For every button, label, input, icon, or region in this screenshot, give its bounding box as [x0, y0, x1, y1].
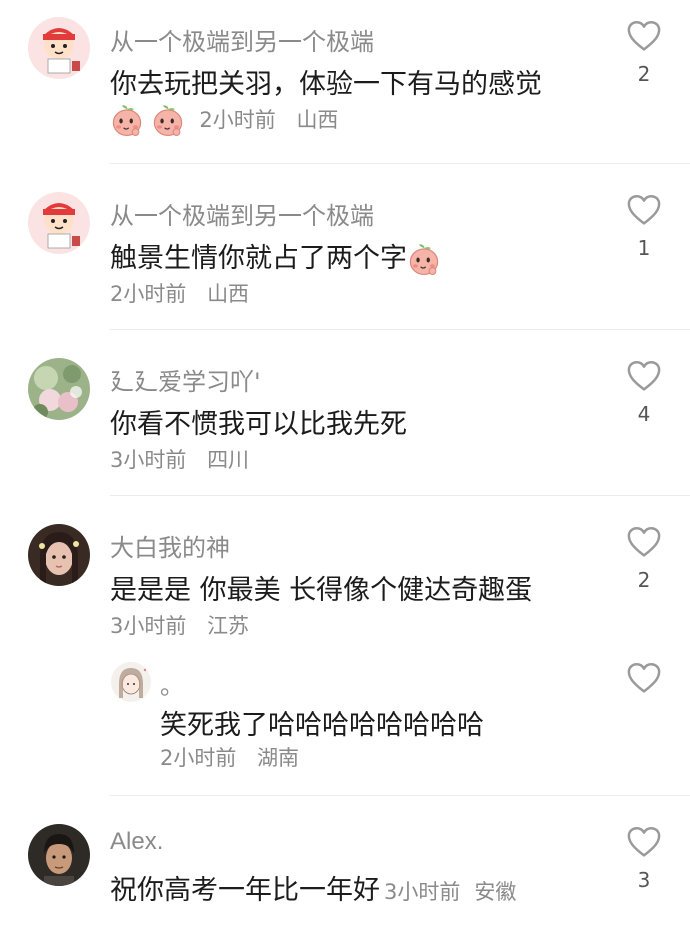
like-count: 4 — [637, 402, 651, 426]
comment-meta: 2小时前 山西 — [110, 278, 263, 308]
like-button[interactable] — [624, 662, 664, 694]
comment-time: 3小时前 — [384, 880, 461, 904]
divider — [110, 329, 690, 330]
reply-username[interactable]: 。 — [160, 666, 184, 701]
comment-location: 四川 — [207, 448, 250, 472]
comment-username[interactable]: 从一个极端到另一个极端 — [110, 196, 374, 231]
crayon-boy-avatar[interactable] — [28, 17, 90, 79]
comment-username[interactable]: 从一个极端到另一个极端 — [110, 22, 374, 57]
girl-photo-avatar[interactable] — [28, 524, 90, 586]
comment-text: 祝你高考一年比一年好 3小时前 安徽 — [110, 868, 530, 907]
comment-username[interactable]: 廴廴爱学习吖' — [110, 362, 261, 397]
comment-meta: 2小时前 山西 — [110, 104, 352, 138]
comment-time: 3小时前 — [110, 448, 187, 472]
comment-text: 是是是 你最美 长得像个健达奇趣蛋 — [110, 575, 533, 606]
reply-text: 笑死我了哈哈哈哈哈哈哈哈 — [160, 710, 484, 741]
crayon-boy-avatar[interactable] — [28, 192, 90, 254]
comment-location: 江苏 — [207, 614, 250, 638]
heart-icon — [626, 194, 662, 226]
heart-icon — [626, 826, 662, 858]
comment-text: 你去玩把关羽，体验一下有马的感觉 — [110, 69, 542, 100]
like-count: 1 — [637, 236, 651, 260]
peach-emoji-icon — [110, 104, 144, 138]
comment-meta: 3小时前 江苏 — [110, 610, 263, 640]
divider — [110, 495, 690, 496]
like-count: 3 — [637, 868, 651, 892]
comment-time: 3小时前 — [110, 614, 187, 638]
sketch-girl-avatar[interactable] — [111, 662, 151, 702]
comment-text-body: 祝你高考一年比一年好 — [110, 875, 380, 906]
comment-text-body: 触景生情你就占了两个字 — [110, 243, 407, 274]
peach-emoji-icon — [151, 104, 185, 138]
like-button[interactable]: 2 — [624, 526, 664, 592]
reply-location: 湖南 — [257, 746, 300, 770]
like-button[interactable]: 3 — [624, 826, 664, 892]
flowers-photo-avatar[interactable] — [28, 358, 90, 420]
boy-photo-avatar[interactable] — [28, 824, 90, 886]
comment-location: 山西 — [296, 108, 339, 132]
comment-location: 山西 — [207, 282, 250, 306]
like-count: 2 — [637, 62, 651, 86]
divider — [110, 163, 690, 164]
comment-username[interactable]: 大白我的神 — [110, 528, 230, 563]
comment-location: 安徽 — [474, 880, 517, 904]
comment-time: 2小时前 — [110, 282, 187, 306]
comment-username[interactable]: Alex. — [110, 828, 163, 856]
heart-icon — [626, 20, 662, 52]
heart-icon — [626, 360, 662, 392]
heart-icon — [626, 662, 662, 694]
like-count: 2 — [637, 568, 651, 592]
comment-meta: 3小时前 四川 — [110, 444, 263, 474]
like-button[interactable]: 1 — [624, 194, 664, 260]
reply-meta: 2小时前 湖南 — [160, 742, 313, 772]
peach-emoji-icon — [407, 243, 441, 277]
heart-icon — [626, 526, 662, 558]
like-button[interactable]: 2 — [624, 20, 664, 86]
comment-meta: 3小时前 安徽 — [384, 880, 530, 904]
comment-text: 你看不惯我可以比我先死 — [110, 409, 407, 440]
comment-text: 触景生情你就占了两个字 — [110, 236, 441, 277]
comment-time: 2小时前 — [199, 108, 276, 132]
reply-time: 2小时前 — [160, 746, 237, 770]
divider — [110, 795, 690, 796]
like-button[interactable]: 4 — [624, 360, 664, 426]
